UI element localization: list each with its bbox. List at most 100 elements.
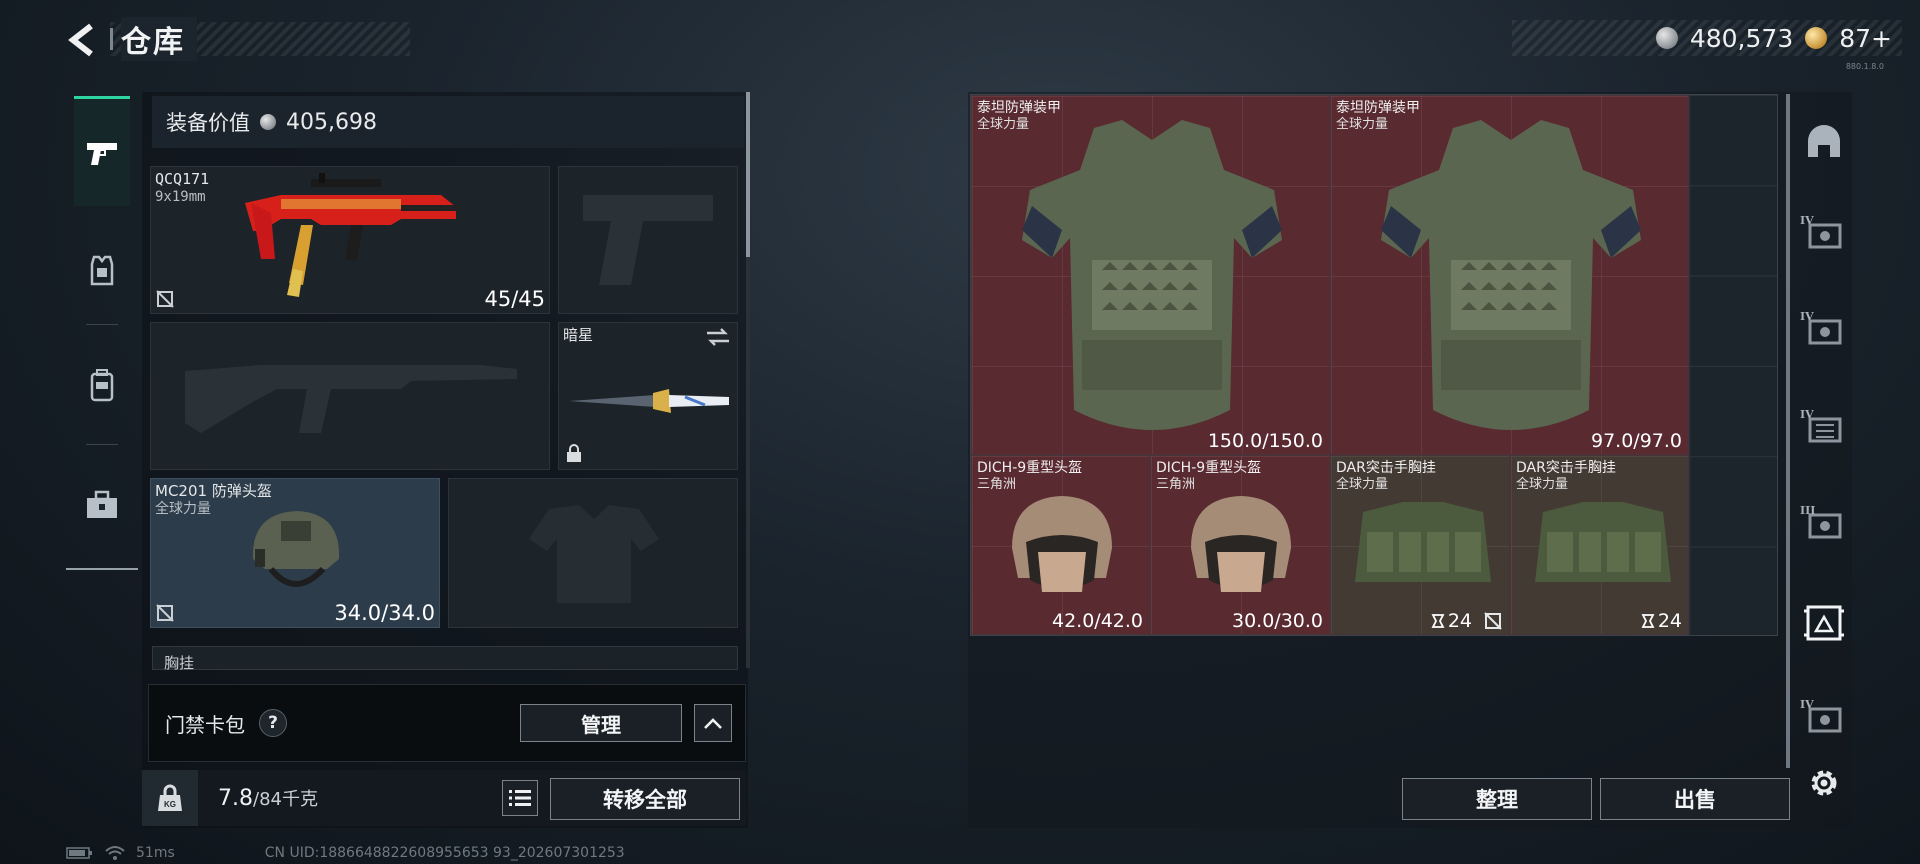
- list-icon: [509, 790, 531, 806]
- primary-weapon-name: QCQ171: [155, 170, 210, 188]
- title-divider: [110, 28, 113, 50]
- back-button[interactable]: [62, 18, 102, 62]
- secondary-weapon-slot[interactable]: [150, 322, 550, 470]
- help-icon[interactable]: ?: [259, 709, 287, 737]
- no-insure-icon: [156, 604, 174, 622]
- lock-icon: [567, 444, 581, 462]
- silver-balance: 480,573: [1689, 23, 1794, 53]
- tab-weapons[interactable]: [74, 96, 130, 206]
- item-durability: 42.0/42.0: [1051, 610, 1143, 632]
- tier-label: IV: [1800, 408, 1814, 421]
- no-insure-icon: [156, 290, 174, 308]
- helmet-slot[interactable]: MC201 防弹头盔 全球力量 34.0/34.0: [150, 478, 440, 628]
- chest-rig-slot-header: [152, 646, 738, 670]
- storage-page-helmet-filter[interactable]: [1796, 108, 1852, 178]
- capacity-icon: [1641, 614, 1655, 628]
- item-capacity: 24: [1431, 610, 1503, 632]
- storage-item-dich9-helmet[interactable]: DICH-9重型头盔 三角洲 30.0/30.0: [1150, 455, 1330, 635]
- storage-page-case-4[interactable]: IV: [1796, 394, 1852, 464]
- mc201-helmet-image: [252, 511, 340, 587]
- backpack-icon: [90, 369, 114, 402]
- tier-label: IV: [1800, 698, 1814, 711]
- helmet-durability: 34.0/34.0: [334, 601, 435, 625]
- page-title: 仓库: [121, 17, 197, 61]
- ping-value: 51ms: [136, 845, 175, 861]
- silver-coin-icon: [260, 114, 276, 130]
- rifle-silhouette-icon: [185, 365, 517, 433]
- carry-weight-max: /84千克: [253, 789, 318, 810]
- user-uid: CN UID:1886648822608955653 93_2026073012…: [264, 845, 625, 861]
- list-view-button[interactable]: [502, 780, 538, 816]
- loadout-scrollbar[interactable]: [746, 92, 750, 257]
- rail-bottom-line: [66, 568, 138, 570]
- dich9-helmet-image: [1012, 496, 1112, 592]
- equipment-value: 405,698: [286, 109, 377, 135]
- chevron-up-icon: [704, 718, 722, 729]
- helmet-filter-icon: [1808, 125, 1840, 157]
- storage-item-dar-chest-rig[interactable]: DAR突击手胸挂 全球力量 24: [1510, 455, 1689, 635]
- tab-separator: [86, 444, 118, 445]
- tab-separator: [86, 324, 118, 325]
- sidearm-slot[interactable]: [558, 166, 738, 314]
- carry-weight-current: 7.8: [218, 786, 253, 811]
- primary-weapon-slot[interactable]: QCQ171 9x19mm 45/45: [150, 166, 550, 314]
- item-source: 全球力量: [1336, 477, 1389, 492]
- wifi-icon: [105, 846, 125, 860]
- item-capacity-value: 24: [1657, 610, 1682, 632]
- melee-slot[interactable]: 暗星: [558, 322, 738, 470]
- item-source: 全球力量: [1516, 477, 1569, 492]
- item-durability: 97.0/97.0: [1590, 430, 1682, 452]
- helmet-name: MC201 防弹头盔: [155, 482, 272, 500]
- gear-icon: [1811, 770, 1837, 796]
- body-armor-slot[interactable]: [448, 478, 738, 628]
- helmet-source: 全球力量: [155, 501, 211, 517]
- tab-armor[interactable]: [74, 216, 130, 326]
- storage-item-titan-armor[interactable]: 泰坦防弹装甲 全球力量 150.0/150.0: [971, 95, 1330, 455]
- storage-page-case-3[interactable]: III: [1796, 490, 1852, 560]
- storage-item-dar-chest-rig[interactable]: DAR突击手胸挂 全球力量 24: [1330, 455, 1510, 635]
- silver-coin-icon: [1655, 27, 1678, 49]
- item-name: DICH-9重型头盔: [1156, 460, 1262, 476]
- item-capacity: 24: [1641, 610, 1682, 632]
- manage-button[interactable]: 管理: [520, 704, 682, 742]
- pistol-icon: [87, 142, 117, 165]
- item-name: DAR突击手胸挂: [1336, 460, 1436, 476]
- sell-button[interactable]: 出售: [1600, 778, 1790, 820]
- sort-button[interactable]: 整理: [1402, 778, 1592, 820]
- armor-silhouette-icon: [529, 505, 659, 603]
- dich9-helmet-image: [1191, 496, 1291, 592]
- dark-star-knife-image: [569, 389, 729, 413]
- storage-page-case-4[interactable]: IV: [1796, 296, 1852, 366]
- capacity-icon: [1431, 614, 1445, 628]
- collapse-button[interactable]: [694, 704, 732, 742]
- storage-scrollbar[interactable]: [1786, 94, 1790, 768]
- tab-toolbox[interactable]: [74, 450, 130, 560]
- storage-page-case-4[interactable]: IV: [1796, 684, 1852, 754]
- equipment-value-row: 装备价值 405,698: [152, 96, 744, 148]
- item-durability: 30.0/30.0: [1231, 610, 1323, 632]
- swap-icon[interactable]: [705, 327, 731, 347]
- titan-armor-image: [1381, 120, 1641, 430]
- dar-chest-rig-image: [1535, 502, 1671, 582]
- storage-item-dich9-helmet[interactable]: DICH-9重型头盔 三角洲 42.0/42.0: [971, 455, 1150, 635]
- storage-page-case-4[interactable]: IV: [1796, 200, 1852, 270]
- equipment-value-label: 装备价值: [166, 111, 250, 135]
- storage-page-case-selected[interactable]: [1796, 588, 1852, 658]
- primary-weapon-ammo: 45/45: [484, 287, 545, 311]
- carry-weight: 7.8/84千克: [218, 785, 318, 811]
- item-name: DICH-9重型头盔: [977, 460, 1083, 476]
- version-text: 880.1.8.0: [1845, 62, 1884, 71]
- gold-balance[interactable]: 87+: [1839, 24, 1892, 53]
- titan-armor-image: [1022, 120, 1282, 430]
- transfer-all-button[interactable]: 转移全部: [550, 778, 740, 820]
- tab-backpack[interactable]: [74, 330, 130, 440]
- item-name: DAR突击手胸挂: [1516, 460, 1616, 476]
- storage-item-titan-armor[interactable]: 泰坦防弹装甲 全球力量 97.0/97.0: [1330, 95, 1689, 455]
- chest-rig-label: 胸挂: [164, 654, 195, 672]
- settings-button[interactable]: [1796, 748, 1852, 818]
- armor-vest-icon: [90, 255, 114, 286]
- keycard-holder-label: 门禁卡包: [165, 712, 245, 737]
- toolbox-icon: [87, 490, 117, 518]
- currency-bar: 480,573 87+: [1512, 20, 1902, 56]
- tier-label: IV: [1800, 310, 1814, 323]
